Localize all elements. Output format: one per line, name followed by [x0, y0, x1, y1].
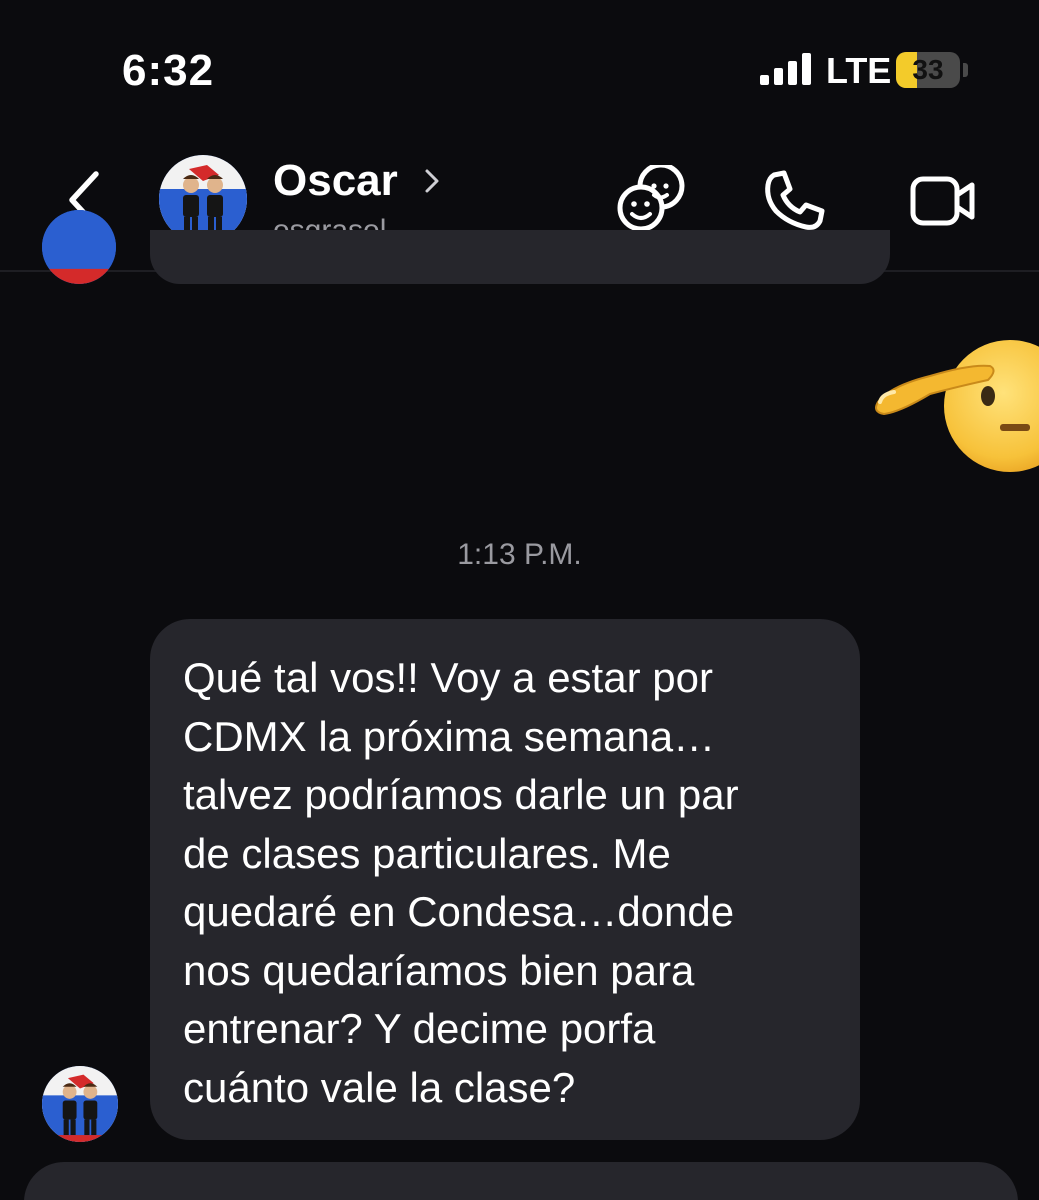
- battery-icon: 33: [896, 52, 960, 88]
- chevron-right-icon[interactable]: [422, 166, 442, 196]
- video-camera-icon[interactable]: [906, 165, 978, 237]
- contact-name[interactable]: Oscar: [273, 156, 398, 206]
- chat-screen: 6:32 LTE 33 Oscar 1:13 P.M. Qué tal vos!…: [0, 0, 1039, 1200]
- sender-avatar[interactable]: [42, 1066, 118, 1142]
- message-timestamp: 1:13 P.M.: [457, 538, 582, 571]
- signal-bars-icon: [760, 53, 811, 85]
- message-text: Qué tal vos!! Voy a estar por CDMX la pr…: [183, 654, 739, 1111]
- battery-level: 33: [912, 54, 944, 85]
- avatar-image: [42, 210, 116, 284]
- message-bubble[interactable]: Qué tal vos!! Voy a estar por CDMX la pr…: [150, 619, 860, 1140]
- avatar-image: [42, 1066, 118, 1142]
- status-time: 6:32: [122, 46, 215, 95]
- sender-avatar[interactable]: [42, 210, 116, 284]
- salute-emoji[interactable]: [870, 336, 1039, 476]
- battery-nub: [963, 63, 968, 77]
- next-message-bubble[interactable]: [24, 1162, 1018, 1200]
- previous-message-bubble[interactable]: [150, 230, 890, 284]
- network-type: LTE: [826, 50, 892, 91]
- theme-faces-icon[interactable]: [614, 165, 686, 237]
- phone-icon[interactable]: [758, 165, 830, 237]
